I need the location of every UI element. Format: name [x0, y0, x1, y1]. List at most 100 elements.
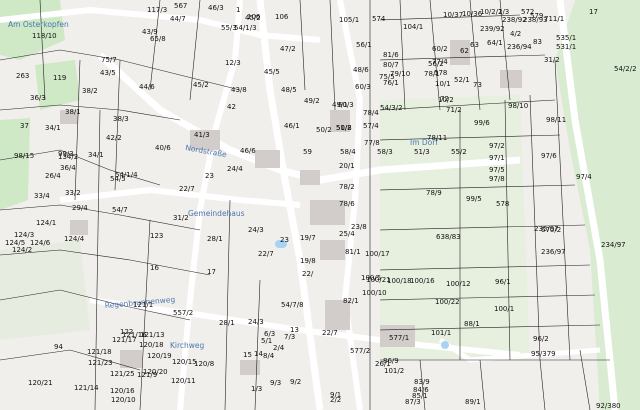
parcel-number-label: 2/4	[273, 344, 285, 352]
parcel-number-label: 9/3	[270, 379, 281, 387]
parcel-number-label: 77/8	[364, 139, 380, 147]
parcel-number-label: 263	[16, 72, 29, 80]
parcel-number-label: 12/3	[225, 59, 241, 67]
parcel-number-label: 99/6	[474, 119, 490, 127]
parcel-number-label: 38/2	[82, 87, 98, 95]
parcel-number-label: 92/380	[596, 402, 621, 410]
parcel-number-label: 124/3	[14, 231, 34, 239]
parcel-number-label: 16	[150, 264, 159, 272]
parcel-number-label: 54/5	[110, 175, 126, 183]
parcel-number-label: 64/1	[487, 39, 503, 47]
parcel-number-label: 98/15	[14, 152, 34, 160]
parcel-number-label: 577/2	[350, 347, 370, 355]
parcel-number-label: 46/3	[208, 4, 224, 12]
parcel-number-label: 99/5	[466, 195, 482, 203]
parcel-number-label: 7/3	[284, 333, 295, 341]
parcel-number-label: 1/3	[251, 385, 262, 393]
parcel-number-label: 75/7	[101, 56, 117, 64]
parcel-number-label: 83/9	[414, 378, 430, 386]
parcel-number-label: 1	[236, 6, 240, 14]
parcel-number-label: 71/2	[446, 106, 462, 114]
parcel-number-label: 10/1	[435, 80, 451, 88]
parcel-number-label: 5/1	[261, 337, 272, 345]
place-label: Gemeindehaus	[188, 209, 245, 218]
parcel-number-label: 33/2	[65, 189, 81, 197]
parcel-number-label: 577/1	[389, 334, 409, 342]
parcel-number-label: 120/18	[139, 341, 164, 349]
parcel-number-label: 22/7	[179, 185, 195, 193]
parcel-number-label: 42	[227, 103, 236, 111]
parcel-number-label: 638/83	[436, 233, 461, 241]
parcel-number-label: 59	[303, 148, 312, 156]
parcel-number-label: 97/5	[489, 166, 505, 174]
parcel-number-label: 100/22	[435, 298, 460, 306]
parcel-number-label: 54/2/2	[614, 65, 637, 73]
parcel-number-label: 121/25	[110, 370, 135, 378]
parcel-number-label: 120/15	[172, 358, 197, 366]
parcel-number-label: 95/379	[531, 350, 556, 358]
parcel-number-label: 117/3	[147, 6, 167, 14]
parcel-number-label: 19/8	[300, 257, 316, 265]
parcel-number-label: 72	[440, 95, 449, 103]
parcel-number-label: 87/3	[405, 398, 421, 406]
parcel-number-label: 100/1	[494, 305, 514, 313]
parcel-number-label: 100/18	[387, 277, 412, 285]
parcel-number-label: 42/2	[106, 134, 122, 142]
parcel-number-label: 56/1	[356, 41, 372, 49]
water-pond	[441, 341, 449, 349]
parcel-number-label: 15	[243, 351, 252, 359]
parcel-number-label: 24/4	[227, 165, 243, 173]
parcel-number-label: 96/1	[495, 278, 511, 286]
parcel-number-label: 531/1	[556, 43, 576, 51]
parcel-number-label: 47/2	[280, 45, 296, 53]
parcel-number-label: 557/2	[173, 309, 193, 317]
parcel-number-label: 60/2	[432, 45, 448, 53]
meadow-area	[0, 118, 30, 210]
parcel-number-label: 22/	[302, 270, 314, 278]
parcel-number-label: 8/4	[263, 352, 275, 360]
parcel-number-label: 236/94	[507, 43, 532, 51]
parcel-number-label: 17	[589, 8, 598, 16]
parcel-number-label: 98/10	[508, 102, 528, 110]
parcel-number-label: 120/19	[147, 352, 172, 360]
parcel-number-label: 121/13	[140, 331, 165, 339]
parcel-number-label: 49/1	[332, 101, 348, 109]
parcel-number-label: 24/3	[248, 226, 264, 234]
parcel-number-label: 83	[533, 38, 542, 46]
parcel-number-label: 86/9	[383, 357, 399, 365]
parcel-number-label: 96/2	[533, 335, 549, 343]
parcel-number-label: 101/1	[431, 329, 451, 337]
parcel-number-label: 101/2	[384, 367, 404, 375]
parcel-number-label: 55/2	[451, 148, 467, 156]
parcel-number-label: 134/2	[58, 153, 78, 161]
parcel-number-label: 25/4	[339, 230, 355, 238]
parcel-number-label: 81/6	[383, 51, 399, 59]
parcel-number-label: 23	[280, 236, 289, 244]
cadastral-map[interactable]: Am Osterkopfen Regenbrunnenweg Nordstraß…	[0, 0, 640, 410]
parcel-number-label: 54/7/8	[281, 301, 304, 309]
parcel-number-label: 45/5	[264, 68, 280, 76]
parcel-number-label: 82/1	[343, 297, 359, 305]
parcel-number-label: 2/2	[330, 396, 341, 404]
parcel-number-label: 48/5	[281, 86, 297, 94]
meadow-area	[0, 240, 90, 340]
parcel-number-label: 51/8	[336, 124, 352, 132]
parcel-number-label: 60/3	[355, 83, 371, 91]
parcel-number-label: 234/97	[601, 241, 626, 249]
parcel-number-label: 97/1	[489, 154, 505, 162]
parcel-number-label: 17	[207, 268, 216, 276]
parcel-number-label: 94	[54, 343, 63, 351]
parcel-number-label: 22/7	[322, 329, 338, 337]
parcel-number-label: 31/2	[173, 214, 189, 222]
parcel-number-label: 97/8	[489, 175, 505, 183]
parcel-number-label: 76/1	[383, 79, 399, 87]
parcel-number-label: 50/2	[316, 126, 332, 134]
parcel-number-label: 51/3	[414, 148, 430, 156]
parcel-number-label: 46/6	[240, 147, 256, 155]
parcel-number-label: 120/8	[194, 360, 214, 368]
parcel-number-label: 121/14	[74, 384, 99, 392]
parcel-number-label: 120/16	[110, 387, 135, 395]
parcel-number-label: 44/6	[139, 83, 155, 91]
parcel-number-label: 100/16	[410, 277, 435, 285]
parcel-number-label: 14	[254, 350, 263, 358]
